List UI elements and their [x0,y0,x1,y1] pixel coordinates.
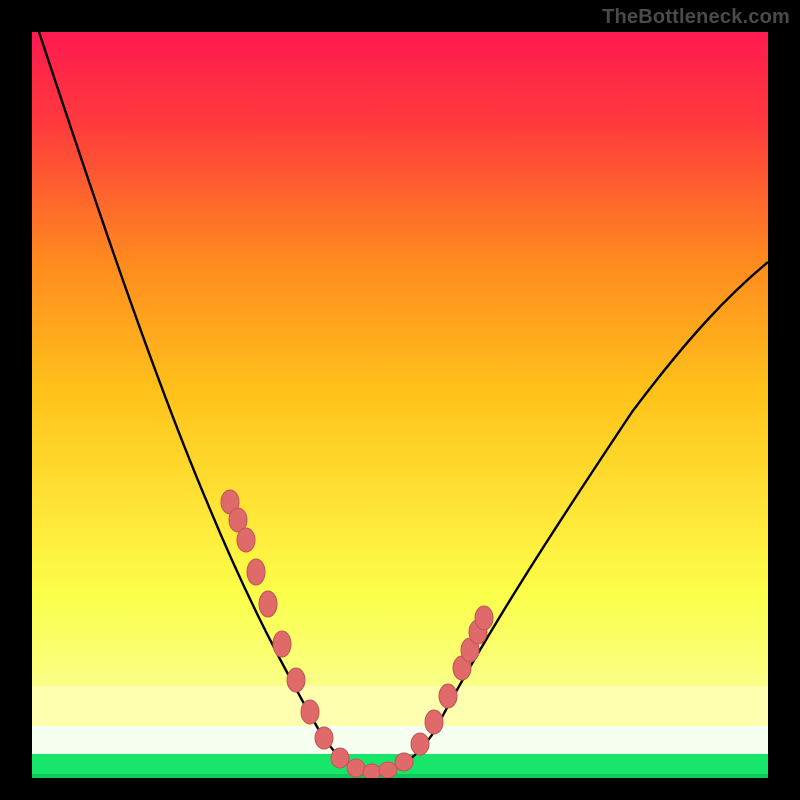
white-band [32,726,768,754]
pale-yellow-band [32,686,768,726]
marker-dot [425,710,443,734]
marker-dot [259,591,277,617]
marker-dot [273,631,291,657]
marker-dot [363,764,381,778]
marker-dot [237,528,255,552]
marker-dot [411,733,429,755]
marker-dot [379,762,397,778]
marker-dot [439,684,457,708]
watermark-text: TheBottleneck.com [602,6,790,29]
bottleneck-chart [32,32,768,778]
marker-dot [347,759,365,777]
marker-dot [395,753,413,771]
marker-dot [331,748,349,768]
gradient-background [32,32,768,686]
marker-dot [247,559,265,585]
marker-dot [315,727,333,749]
green-edge [32,774,768,778]
chart-frame: TheBottleneck.com [0,0,800,800]
marker-dot [475,606,493,630]
marker-dot [301,700,319,724]
marker-dot [287,668,305,692]
